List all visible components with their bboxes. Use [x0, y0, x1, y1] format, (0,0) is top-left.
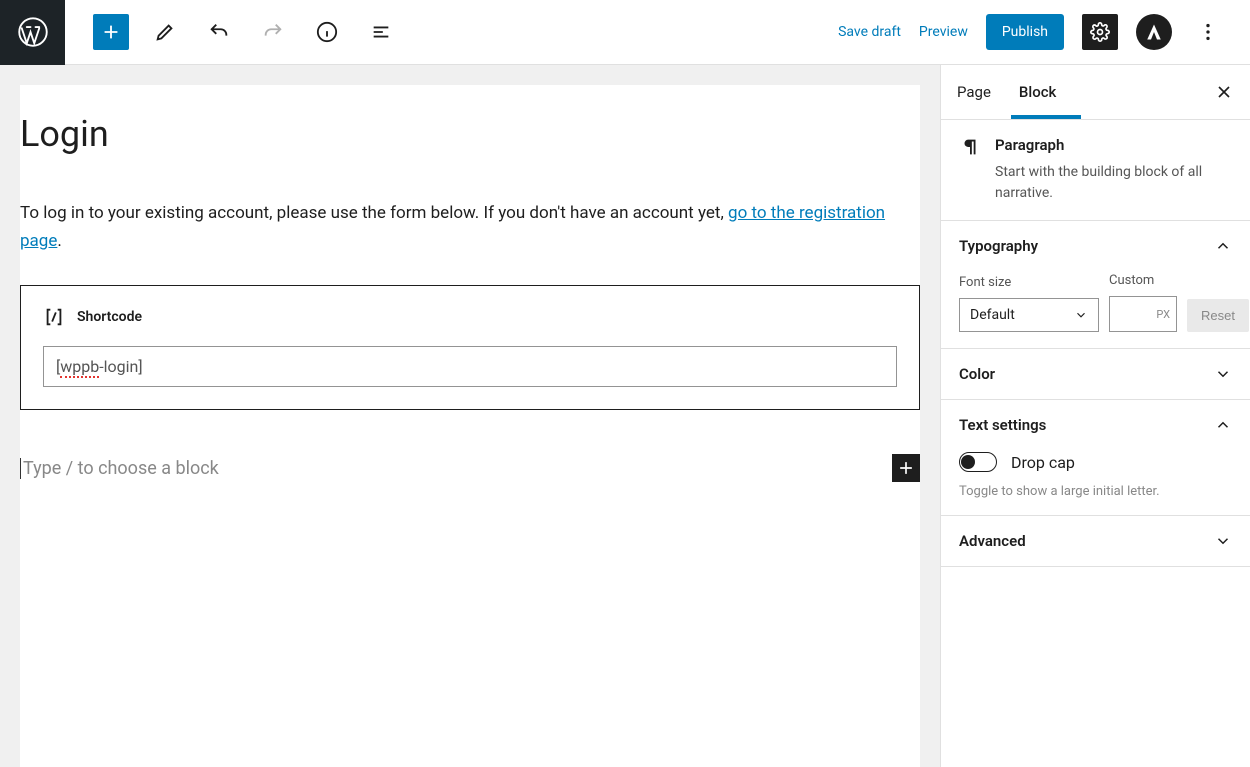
chevron-down-icon [1214, 365, 1232, 383]
drop-cap-label: Drop cap [1011, 453, 1075, 472]
custom-label: Custom [1109, 273, 1177, 288]
drop-cap-toggle[interactable] [959, 452, 997, 472]
publish-button[interactable]: Publish [986, 14, 1064, 50]
top-toolbar: Save draft Preview Publish [0, 0, 1250, 65]
add-block-button[interactable] [93, 14, 129, 50]
typography-title: Typography [959, 237, 1038, 255]
shortcode-icon [43, 306, 65, 328]
outline-icon[interactable] [363, 14, 399, 50]
custom-size-input[interactable]: PX [1109, 296, 1177, 332]
color-panel-toggle[interactable]: Color [959, 365, 1232, 383]
block-title: Paragraph [995, 136, 1232, 154]
inline-add-block-button[interactable] [892, 454, 920, 482]
shortcode-label: Shortcode [77, 309, 142, 325]
advanced-title: Advanced [959, 532, 1026, 550]
text-settings-panel-toggle[interactable]: Text settings [959, 416, 1232, 434]
info-icon[interactable] [309, 14, 345, 50]
save-draft-link[interactable]: Save draft [838, 24, 901, 40]
wordpress-logo[interactable] [0, 0, 65, 65]
settings-sidebar: Page Block Paragraph Start with the buil… [940, 65, 1250, 767]
toolbar-right: Save draft Preview Publish [838, 14, 1250, 50]
astra-icon[interactable] [1136, 14, 1172, 50]
shortcode-block[interactable]: Shortcode [wppb-login] [20, 285, 920, 410]
sidebar-tabs: Page Block [941, 65, 1250, 120]
text-settings-title: Text settings [959, 416, 1046, 434]
chevron-up-icon [1214, 237, 1232, 255]
edit-icon[interactable] [147, 14, 183, 50]
editor-canvas: Login To log in to your existing account… [20, 85, 920, 767]
shortcode-input[interactable]: [wppb-login] [43, 346, 897, 387]
text-settings-panel: Text settings Drop cap Toggle to show a … [941, 400, 1250, 516]
intro-paragraph[interactable]: To log in to your existing account, plea… [20, 199, 920, 255]
color-title: Color [959, 365, 995, 383]
paragraph-icon [959, 136, 981, 204]
color-panel: Color [941, 349, 1250, 400]
chevron-down-icon [1214, 532, 1232, 550]
more-options-button[interactable] [1190, 14, 1226, 50]
typography-panel-toggle[interactable]: Typography [959, 237, 1232, 255]
block-description: Start with the building block of all nar… [995, 162, 1232, 204]
typography-panel: Typography Font size Default Custom PX [941, 221, 1250, 349]
shortcode-header: Shortcode [43, 306, 897, 328]
advanced-panel: Advanced [941, 516, 1250, 567]
intro-text: To log in to your existing account, plea… [20, 203, 728, 223]
chevron-down-icon [1074, 308, 1088, 322]
tab-page[interactable]: Page [957, 69, 991, 115]
preview-link[interactable]: Preview [919, 24, 968, 40]
new-block-row[interactable]: Type / to choose a block [20, 454, 920, 482]
advanced-panel-toggle[interactable]: Advanced [959, 532, 1232, 550]
font-size-label: Font size [959, 275, 1099, 290]
new-block-placeholder[interactable]: Type / to choose a block [20, 458, 892, 479]
reset-button[interactable]: Reset [1187, 299, 1249, 332]
editor-canvas-wrap: Login To log in to your existing account… [0, 65, 940, 767]
close-sidebar-button[interactable] [1214, 82, 1234, 102]
page-title[interactable]: Login [20, 113, 920, 179]
font-size-select[interactable]: Default [959, 298, 1099, 332]
tab-block[interactable]: Block [1019, 69, 1056, 115]
drop-cap-help: Toggle to show a large initial letter. [959, 484, 1232, 499]
intro-suffix: . [57, 231, 61, 251]
toolbar-left [65, 14, 399, 50]
chevron-up-icon [1214, 416, 1232, 434]
block-info-panel: Paragraph Start with the building block … [941, 120, 1250, 221]
settings-button[interactable] [1082, 14, 1118, 50]
redo-button[interactable] [255, 14, 291, 50]
undo-button[interactable] [201, 14, 237, 50]
